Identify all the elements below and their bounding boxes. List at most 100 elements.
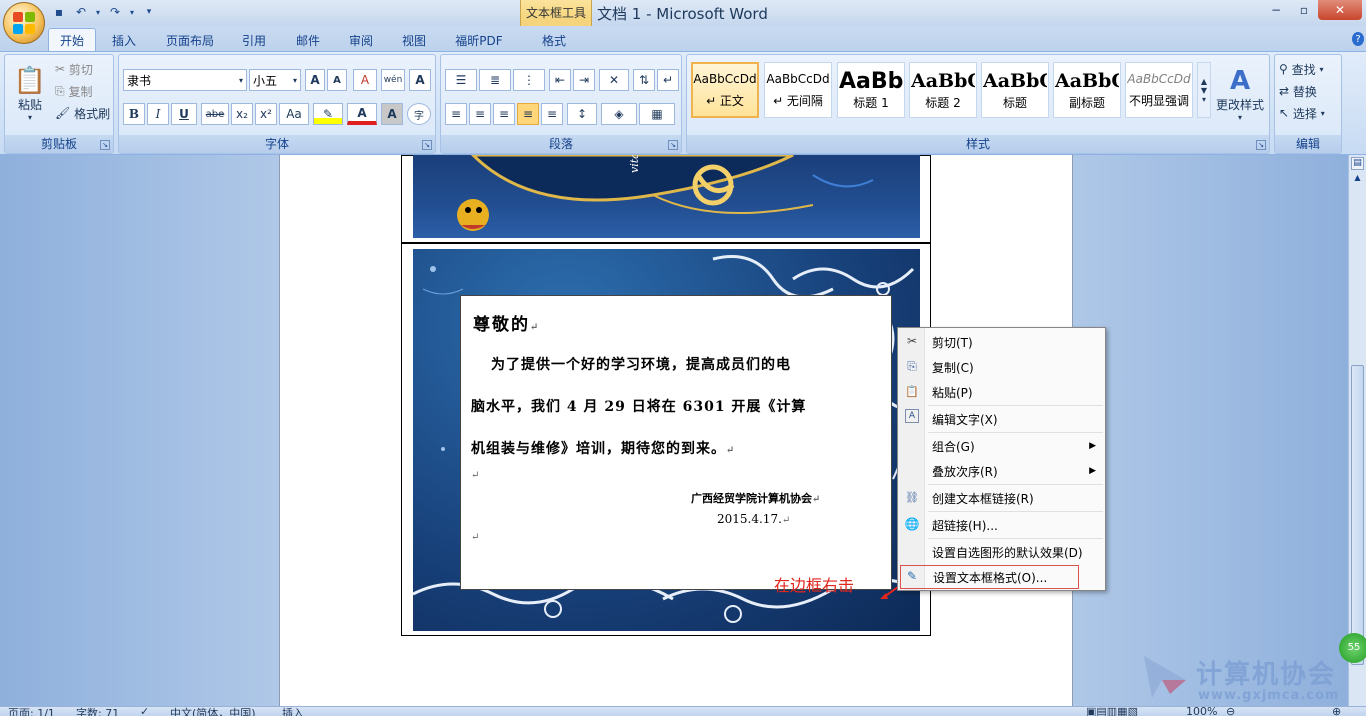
shrink-font-button[interactable]: A	[327, 69, 347, 91]
phonetic-guide-button[interactable]: wén	[381, 69, 405, 91]
tab-mailings[interactable]: 邮件	[286, 28, 330, 52]
office-button[interactable]	[3, 2, 45, 44]
style-heading-1[interactable]: AaBb 标题 1	[837, 62, 905, 118]
decrease-indent-icon: ⇤	[554, 73, 566, 87]
replace-button[interactable]: ⇄ 替换	[1279, 81, 1317, 101]
style-title[interactable]: AaBbC 标题	[981, 62, 1049, 118]
change-styles-button[interactable]: A 更改样式 ▾	[1213, 61, 1267, 127]
redo-dropdown-icon[interactable]: ▾	[128, 3, 136, 21]
style-no-spacing[interactable]: AaBbCcDd ↵ 无间隔	[764, 62, 832, 118]
numbering-button[interactable]: ≣	[479, 69, 511, 91]
menu-item-create-textbox-link[interactable]: 创建文本框链接(R)	[926, 486, 1104, 510]
tab-review[interactable]: 审阅	[339, 28, 383, 52]
menu-item-copy[interactable]: 复制(C)	[926, 355, 1104, 379]
save-icon[interactable]: ▪	[50, 3, 68, 21]
multilevel-list-button[interactable]: ⋮	[513, 69, 545, 91]
status-insert-mode[interactable]: 插入	[282, 707, 304, 716]
help-icon[interactable]: ?	[1352, 32, 1364, 46]
format-painter-button[interactable]: 🖌 格式刷	[55, 103, 110, 123]
distributed-button[interactable]: ≡	[541, 103, 563, 125]
tab-foxit-pdf[interactable]: 福昕PDF	[448, 28, 510, 52]
menu-item-hyperlink[interactable]: 超链接(H)...	[926, 513, 1104, 537]
menu-item-group[interactable]: 组合(G) ▶	[926, 434, 1104, 458]
menu-item-order[interactable]: 叠放次序(R) ▶	[926, 459, 1104, 483]
tab-references[interactable]: 引用	[232, 28, 276, 52]
font-size-select[interactable]: 小五 ▾	[249, 69, 301, 91]
align-center-button[interactable]: ≡	[469, 103, 491, 125]
clear-format-button[interactable]: A	[353, 69, 377, 91]
status-zoom[interactable]: 100%	[1186, 707, 1217, 716]
paste-button[interactable]: 📋 粘贴 ▾	[9, 59, 51, 129]
underline-button[interactable]: U	[171, 103, 197, 125]
grow-font-button[interactable]: A	[305, 69, 325, 91]
char-shading-button[interactable]: A	[381, 103, 403, 125]
font-launcher-icon[interactable]: ↘	[422, 140, 432, 150]
menu-item-edit-text[interactable]: 编辑文字(X)	[926, 407, 1104, 431]
subscript-button[interactable]: x₂	[231, 103, 253, 125]
status-words[interactable]: 字数: 71	[76, 707, 119, 716]
menu-item-cut[interactable]: 剪切(T)	[926, 330, 1104, 354]
font-name-select[interactable]: 隶书 ▾	[123, 69, 247, 91]
menu-item-format-textbox[interactable]: 设置文本框格式(O)...	[900, 565, 1079, 589]
change-case-button[interactable]: Aa	[279, 103, 309, 125]
tab-page-layout[interactable]: 页面布局	[158, 28, 222, 52]
style-subtitle[interactable]: AaBbC 副标题	[1053, 62, 1121, 118]
status-page[interactable]: 页面: 1/1	[8, 707, 55, 716]
decrease-indent-button[interactable]: ⇤	[549, 69, 571, 91]
tab-view[interactable]: 视图	[392, 28, 436, 52]
proofing-icon[interactable]: ✓	[140, 707, 149, 716]
cut-button[interactable]: ✂ 剪切	[55, 59, 93, 79]
minimize-button[interactable]: −	[1262, 0, 1290, 20]
redo-icon[interactable]: ↷	[106, 3, 124, 21]
styles-launcher-icon[interactable]: ↘	[1256, 140, 1266, 150]
vertical-scrollbar[interactable]: ▤ ▲ 55	[1339, 155, 1366, 706]
customize-qat-icon[interactable]: ▾	[140, 3, 158, 21]
borders-button[interactable]: ▦	[639, 103, 675, 125]
highlight-button[interactable]: ✎	[313, 103, 343, 125]
ruler-toggle-icon[interactable]: ▤	[1351, 157, 1364, 170]
restore-button[interactable]: ▫	[1290, 0, 1318, 20]
scrollbar-thumb[interactable]	[1351, 365, 1364, 665]
tab-home[interactable]: 开始	[48, 28, 96, 52]
paragraph-launcher-icon[interactable]: ↘	[668, 140, 678, 150]
undo-icon[interactable]: ↶	[72, 3, 90, 21]
find-button[interactable]: ⚲ 查找 ▾	[1279, 59, 1323, 79]
undo-dropdown-icon[interactable]: ▾	[94, 3, 102, 21]
invitation-textbox[interactable]: 尊敬的↵ 为了提供一个好的学习环境，提高成员们的电 脑水平，我们 4 月 29 …	[460, 295, 892, 590]
increase-indent-button[interactable]: ⇥	[573, 69, 595, 91]
styles-scroll[interactable]: ▲ ▼ ▾	[1197, 62, 1211, 118]
char-border-button[interactable]: A	[409, 69, 431, 91]
chinese-layout-button[interactable]: ✕	[599, 69, 629, 91]
select-button[interactable]: ↖ 选择 ▾	[1279, 103, 1325, 123]
style-normal[interactable]: AaBbCcDd ↵ 正文	[691, 62, 759, 118]
justify-button[interactable]: ≡	[517, 103, 539, 125]
align-left-button[interactable]: ≡	[445, 103, 467, 125]
sort-button[interactable]: ⇅	[633, 69, 655, 91]
line-spacing-button[interactable]: ↕	[567, 103, 597, 125]
enclose-char-button[interactable]: 字	[407, 103, 431, 125]
menu-item-paste[interactable]: 粘贴(P)	[926, 380, 1104, 404]
align-right-button[interactable]: ≡	[493, 103, 515, 125]
invitation-header-image[interactable]: vitation	[413, 155, 920, 238]
close-button[interactable]: ✕	[1318, 0, 1362, 20]
style-heading-2[interactable]: AaBbC 标题 2	[909, 62, 977, 118]
shading-button[interactable]: ◈	[601, 103, 637, 125]
show-marks-button[interactable]: ↵	[657, 69, 679, 91]
view-buttons-icon[interactable]: ▣▤▥▦▧	[1086, 707, 1138, 716]
tab-insert[interactable]: 插入	[102, 28, 146, 52]
bullets-button[interactable]: ☰	[445, 69, 477, 91]
superscript-button[interactable]: x²	[255, 103, 277, 125]
strikethrough-button[interactable]: abe	[201, 103, 229, 125]
font-color-button[interactable]: A	[347, 103, 377, 125]
status-language[interactable]: 中文(简体，中国)	[170, 707, 256, 716]
copy-button[interactable]: ⎘ 复制	[55, 81, 92, 101]
italic-button[interactable]: I	[147, 103, 169, 125]
zoom-in-icon[interactable]: ⊕	[1332, 707, 1341, 716]
menu-item-default-shape-effect[interactable]: 设置自选图形的默认效果(D)	[926, 540, 1104, 564]
scroll-up-icon[interactable]: ▲	[1351, 173, 1364, 186]
tab-format[interactable]: 格式	[530, 28, 578, 52]
clipboard-launcher-icon[interactable]: ↘	[100, 140, 110, 150]
style-subtle-emphasis[interactable]: AaBbCcDd 不明显强调	[1125, 62, 1193, 118]
zoom-out-icon[interactable]: ⊖	[1226, 707, 1235, 716]
bold-button[interactable]: B	[123, 103, 145, 125]
